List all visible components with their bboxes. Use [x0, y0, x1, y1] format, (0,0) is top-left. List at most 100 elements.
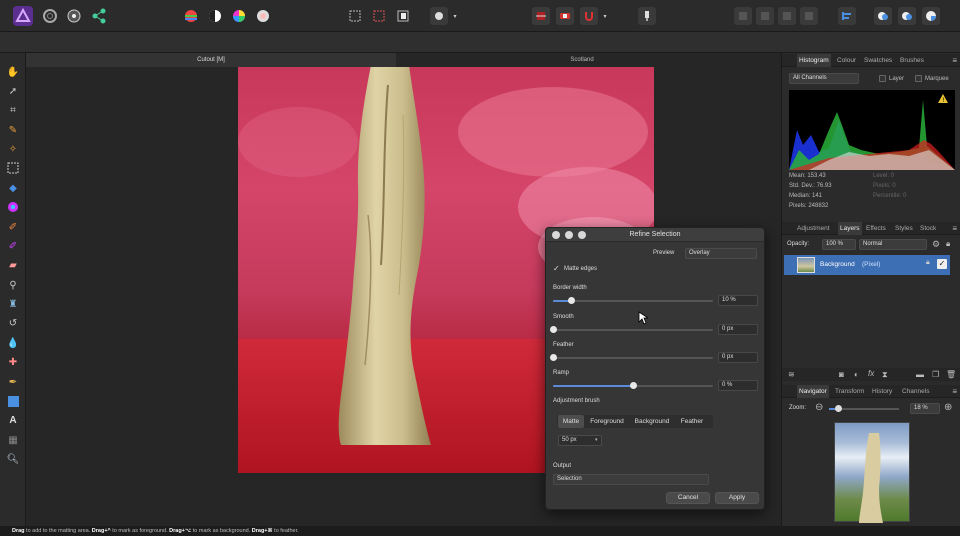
tab-stock[interactable]: Stock: [920, 222, 936, 235]
opacity-select[interactable]: 100 %: [822, 239, 856, 250]
marquee-subtract-icon[interactable]: [370, 7, 388, 25]
contrast-icon[interactable]: [206, 7, 224, 25]
tab-transform[interactable]: Transform: [835, 385, 864, 398]
assistant-icon[interactable]: [532, 7, 550, 25]
colour-wheel-icon[interactable]: [230, 7, 248, 25]
magnet-icon[interactable]: [580, 7, 598, 25]
adjustment-icon[interactable]: ◐: [854, 370, 859, 379]
matte-edges-checkbox[interactable]: ✓: [553, 264, 560, 273]
tab-layers[interactable]: Layers: [838, 222, 862, 235]
zoom-value[interactable]: 18 %: [910, 403, 940, 414]
marquee-select-icon[interactable]: [346, 7, 364, 25]
quick-mask-icon[interactable]: [430, 7, 448, 25]
tab-history[interactable]: History: [872, 385, 892, 398]
dodge-icon[interactable]: ⚲: [6, 278, 20, 292]
output-select[interactable]: Selection: [553, 474, 709, 485]
text-icon[interactable]: A: [6, 413, 20, 427]
levels-icon[interactable]: [182, 7, 200, 25]
erase-brush-icon[interactable]: ▰: [6, 258, 20, 272]
tab-navigator[interactable]: Navigator: [797, 385, 829, 398]
panel-menu-icon[interactable]: ≡: [952, 222, 957, 235]
blur-brush-icon[interactable]: 💧: [6, 336, 20, 350]
snapping-icon[interactable]: [556, 7, 574, 25]
white-balance-icon[interactable]: [254, 7, 272, 25]
zoom-icon[interactable]: 🔍︎: [6, 452, 20, 466]
flood-select-icon[interactable]: ✧: [6, 142, 20, 156]
apply-button[interactable]: Apply: [715, 492, 759, 504]
boolean-subtract-icon[interactable]: [898, 7, 916, 25]
hand-icon[interactable]: ✋: [6, 65, 20, 79]
ramp-value[interactable]: 0 %: [718, 380, 758, 391]
crop-icon[interactable]: ⌗: [6, 103, 20, 117]
live-filter-icon[interactable]: ⧗: [882, 370, 888, 380]
arrange-back-icon[interactable]: [734, 7, 752, 25]
feather-slider[interactable]: [550, 354, 713, 361]
border-width-slider[interactable]: [553, 297, 713, 304]
tab-brushes[interactable]: Brushes: [900, 54, 924, 67]
brush-mode-background[interactable]: Background: [630, 415, 674, 428]
tab-styles[interactable]: Styles: [895, 222, 913, 235]
lock-icon[interactable]: 🔒︎: [946, 239, 950, 249]
tab-cutout[interactable]: Cutout [M]: [26, 53, 396, 67]
export-persona-icon[interactable]: [89, 6, 109, 26]
tab-adjustment[interactable]: Adjustment: [797, 222, 830, 235]
clone-icon[interactable]: ♜: [6, 297, 20, 311]
mesh-warp-icon[interactable]: ▦: [6, 433, 20, 447]
tab-swatches[interactable]: Swatches: [864, 54, 892, 67]
layer-visibility-checkbox[interactable]: ✓: [937, 259, 947, 269]
tab-colour[interactable]: Colour: [837, 54, 856, 67]
tab-histogram[interactable]: Histogram: [797, 54, 831, 67]
rectangular-marquee-icon[interactable]: [6, 161, 20, 175]
preview-select[interactable]: Overlay: [685, 248, 757, 259]
zoom-out-icon[interactable]: ⊖: [815, 402, 823, 413]
layers-stack-icon[interactable]: ≋: [788, 370, 795, 379]
zoom-slider[interactable]: [829, 405, 899, 412]
layer-lock-icon[interactable]: 🔒︎: [926, 259, 930, 267]
marquee-checkbox[interactable]: [915, 75, 922, 82]
align-icon[interactable]: [838, 7, 856, 25]
arrange-backward-icon[interactable]: [756, 7, 774, 25]
mask-icon[interactable]: ◙: [839, 370, 844, 379]
chevron-down-icon[interactable]: ▾: [600, 7, 610, 25]
panel-menu-icon[interactable]: ≡: [952, 385, 957, 398]
move-icon[interactable]: ➚: [6, 84, 20, 98]
healing-icon[interactable]: ✚: [6, 355, 20, 369]
blend-mode-select[interactable]: Normal: [859, 239, 927, 250]
tab-scotland[interactable]: Scotland: [397, 53, 767, 67]
tab-channels[interactable]: Channels: [902, 385, 929, 398]
gradient-icon[interactable]: [6, 200, 20, 214]
boolean-intersect-icon[interactable]: [922, 7, 940, 25]
ramp-slider[interactable]: [553, 382, 713, 389]
maximize-window-icon[interactable]: [578, 231, 586, 239]
arrange-front-icon[interactable]: [800, 7, 818, 25]
colour-replacement-icon[interactable]: ✐: [6, 239, 20, 253]
pen-icon[interactable]: ✒: [6, 375, 20, 389]
feather-value[interactable]: 0 px: [718, 352, 758, 363]
tab-effects[interactable]: Effects: [866, 222, 886, 235]
add-layer-icon[interactable]: ❐: [932, 370, 939, 379]
minimize-window-icon[interactable]: [565, 231, 573, 239]
layer-checkbox[interactable]: [879, 75, 886, 82]
brush-tip-icon[interactable]: [638, 7, 656, 25]
brush-mode-foreground[interactable]: Foreground: [586, 415, 628, 428]
gear-icon[interactable]: ⚙: [932, 239, 940, 250]
close-window-icon[interactable]: [552, 231, 560, 239]
rectangle-icon[interactable]: [6, 394, 20, 408]
arrange-forward-icon[interactable]: [778, 7, 796, 25]
navigator-preview[interactable]: [834, 422, 910, 523]
marquee-intersect-icon[interactable]: [394, 7, 412, 25]
channel-select[interactable]: All Channels: [789, 73, 859, 84]
brush-mode-feather[interactable]: Feather: [676, 415, 708, 428]
flood-fill-icon[interactable]: ◆: [6, 181, 20, 195]
develop-persona-icon[interactable]: [64, 6, 84, 26]
panel-menu-icon[interactable]: ≡: [952, 54, 957, 67]
liquify-persona-icon[interactable]: [40, 6, 60, 26]
selection-brush-icon[interactable]: ✎: [6, 123, 20, 137]
undo-brush-icon[interactable]: ↺: [6, 316, 20, 330]
cancel-button[interactable]: Cancel: [666, 492, 710, 504]
trash-icon[interactable]: 🗑︎: [946, 370, 956, 379]
fx-icon[interactable]: fx: [868, 369, 874, 378]
border-width-value[interactable]: 10 %: [718, 295, 758, 306]
folder-icon[interactable]: ▬: [916, 370, 924, 379]
brush-mode-matte[interactable]: Matte: [558, 415, 584, 428]
